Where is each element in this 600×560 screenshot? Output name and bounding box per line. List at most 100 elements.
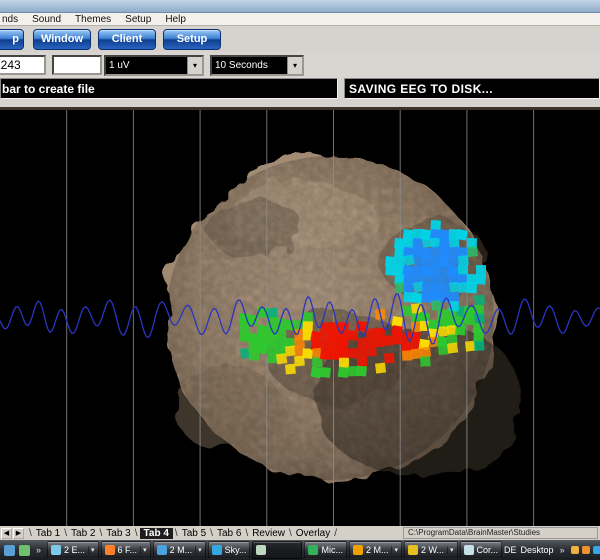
- taskbar-button-label: Mic...: [321, 545, 343, 555]
- voxel: [449, 238, 459, 248]
- menu-help[interactable]: Help: [165, 14, 186, 25]
- brainmaster-icon: [256, 545, 266, 555]
- tab-tab-6[interactable]: Tab 6: [215, 528, 243, 539]
- voxel: [403, 238, 413, 248]
- voxel: [465, 315, 475, 325]
- taskbar-button-label: 2 E...: [64, 545, 85, 555]
- voxel: [384, 353, 395, 364]
- taskbar-button-2-e-[interactable]: 2 E...▾: [47, 541, 99, 559]
- chevron-down-icon[interactable]: ▾: [391, 546, 398, 554]
- voxel: [385, 265, 396, 276]
- voxel: [420, 356, 431, 367]
- voxel: [430, 283, 441, 294]
- voxel: [267, 353, 277, 363]
- chevron-down-icon[interactable]: ▾: [447, 546, 454, 554]
- voxel: [303, 312, 313, 322]
- tab-separator: \: [175, 528, 178, 539]
- chevron-down-icon[interactable]: ▾: [187, 57, 202, 74]
- voxel: [404, 283, 414, 293]
- voxel: [366, 346, 377, 357]
- media-icon: [157, 545, 167, 555]
- mail-tray-icon[interactable]: [571, 546, 579, 554]
- tab-tab-1[interactable]: Tab 1: [34, 528, 62, 539]
- menu-setup[interactable]: Setup: [125, 14, 151, 25]
- client-button[interactable]: Client: [98, 29, 156, 50]
- voxel: [412, 238, 423, 249]
- sweep-select[interactable]: 10 Seconds ▾: [210, 55, 304, 76]
- status-divider: [0, 99, 600, 110]
- update-tray-icon[interactable]: [582, 546, 590, 554]
- voxel: [440, 283, 450, 293]
- menu-themes[interactable]: Themes: [75, 14, 111, 25]
- voxel: [375, 362, 386, 373]
- chevron-down-icon[interactable]: ▾: [88, 546, 95, 554]
- quicklaunch-overflow-chevron[interactable]: »: [36, 545, 41, 555]
- tray-icons: [571, 546, 600, 554]
- taskbar-button-active-app[interactable]: [252, 541, 302, 559]
- taskbar-button-mic-[interactable]: Mic...: [304, 541, 347, 559]
- aux-field[interactable]: [52, 55, 102, 75]
- taskbar-button-label: 2 M...: [170, 545, 193, 555]
- setup-button[interactable]: Setup: [163, 29, 221, 50]
- tab-separator: \: [245, 528, 248, 539]
- taskbar-button-2-m-[interactable]: 2 M...▾: [349, 541, 402, 559]
- tab-tab-5[interactable]: Tab 5: [180, 528, 208, 539]
- tab-review[interactable]: Review: [250, 528, 287, 539]
- taskbar-button-label: 2 M...: [366, 545, 389, 555]
- brain-eeg-visualization: [0, 110, 600, 526]
- tab-scroll-left-button[interactable]: ◀: [1, 528, 12, 539]
- taskbar-button-cor-[interactable]: Cor...: [460, 541, 503, 559]
- p-button[interactable]: p: [0, 29, 24, 50]
- firefox-icon: [105, 545, 115, 555]
- window-button[interactable]: Window: [33, 29, 91, 50]
- menu-nds[interactable]: nds: [2, 14, 18, 25]
- tab-separator: \: [135, 528, 138, 539]
- voxel: [467, 283, 477, 293]
- counter-field[interactable]: [0, 55, 46, 75]
- tab-tab-3[interactable]: Tab 3: [104, 528, 132, 539]
- skype-tray-icon[interactable]: [593, 546, 600, 554]
- tab-separator: /: [334, 528, 337, 539]
- scale-select[interactable]: 1 uV ▾: [104, 55, 204, 76]
- language-indicator[interactable]: DE: [504, 545, 517, 555]
- display-area: [0, 110, 600, 526]
- taskbar-button-sky-[interactable]: Sky...: [208, 541, 251, 559]
- menu-sound[interactable]: Sound: [32, 14, 61, 25]
- tab-tab-4[interactable]: Tab 4: [140, 528, 173, 539]
- status-left-text: bar to create file: [2, 82, 95, 96]
- tab-separator: \: [64, 528, 67, 539]
- scale-select-value: 1 uV: [106, 60, 187, 71]
- voxel: [356, 366, 367, 377]
- desktop-toolbar-label[interactable]: Desktop: [521, 545, 554, 555]
- tab-scroll-right-button[interactable]: ▶: [13, 528, 24, 539]
- tab-separator: \: [29, 528, 32, 539]
- tab-tab-2[interactable]: Tab 2: [69, 528, 97, 539]
- show-desktop-icon[interactable]: [19, 545, 30, 556]
- explorer-icon: [51, 545, 61, 555]
- taskbar-button-6-f-[interactable]: 6 F...▾: [101, 541, 151, 559]
- voxel: [339, 358, 349, 368]
- voxel: [348, 348, 358, 358]
- voxel: [449, 292, 459, 302]
- quick-launch: »: [0, 545, 47, 556]
- voxel: [338, 367, 349, 378]
- voxel: [475, 274, 486, 285]
- tab-separator: \: [289, 528, 292, 539]
- taskbar-button-2-m-[interactable]: 2 M...▾: [153, 541, 206, 559]
- chevron-down-icon[interactable]: ▾: [140, 546, 147, 554]
- status-message-left: bar to create file: [0, 78, 338, 99]
- voxel: [375, 337, 385, 347]
- corel-icon: [464, 545, 474, 555]
- chevron-down-icon[interactable]: ▾: [195, 546, 202, 554]
- voxel: [285, 364, 296, 375]
- taskbar-buttons: 2 E...▾6 F...▾2 M...▾Sky...Mic...2 M...▾…: [47, 541, 504, 559]
- window-titlebar[interactable]: [0, 0, 600, 13]
- ie-quicklaunch-icon[interactable]: [4, 545, 15, 556]
- voxel: [320, 367, 331, 378]
- voxel: [474, 295, 485, 306]
- taskbar-button-2-w-[interactable]: 2 W...▾: [404, 541, 458, 559]
- tray-overflow-chevron[interactable]: »: [560, 545, 565, 555]
- tab-overlay[interactable]: Overlay: [294, 528, 332, 539]
- chevron-down-icon[interactable]: ▾: [287, 57, 302, 74]
- voxel: [384, 335, 394, 345]
